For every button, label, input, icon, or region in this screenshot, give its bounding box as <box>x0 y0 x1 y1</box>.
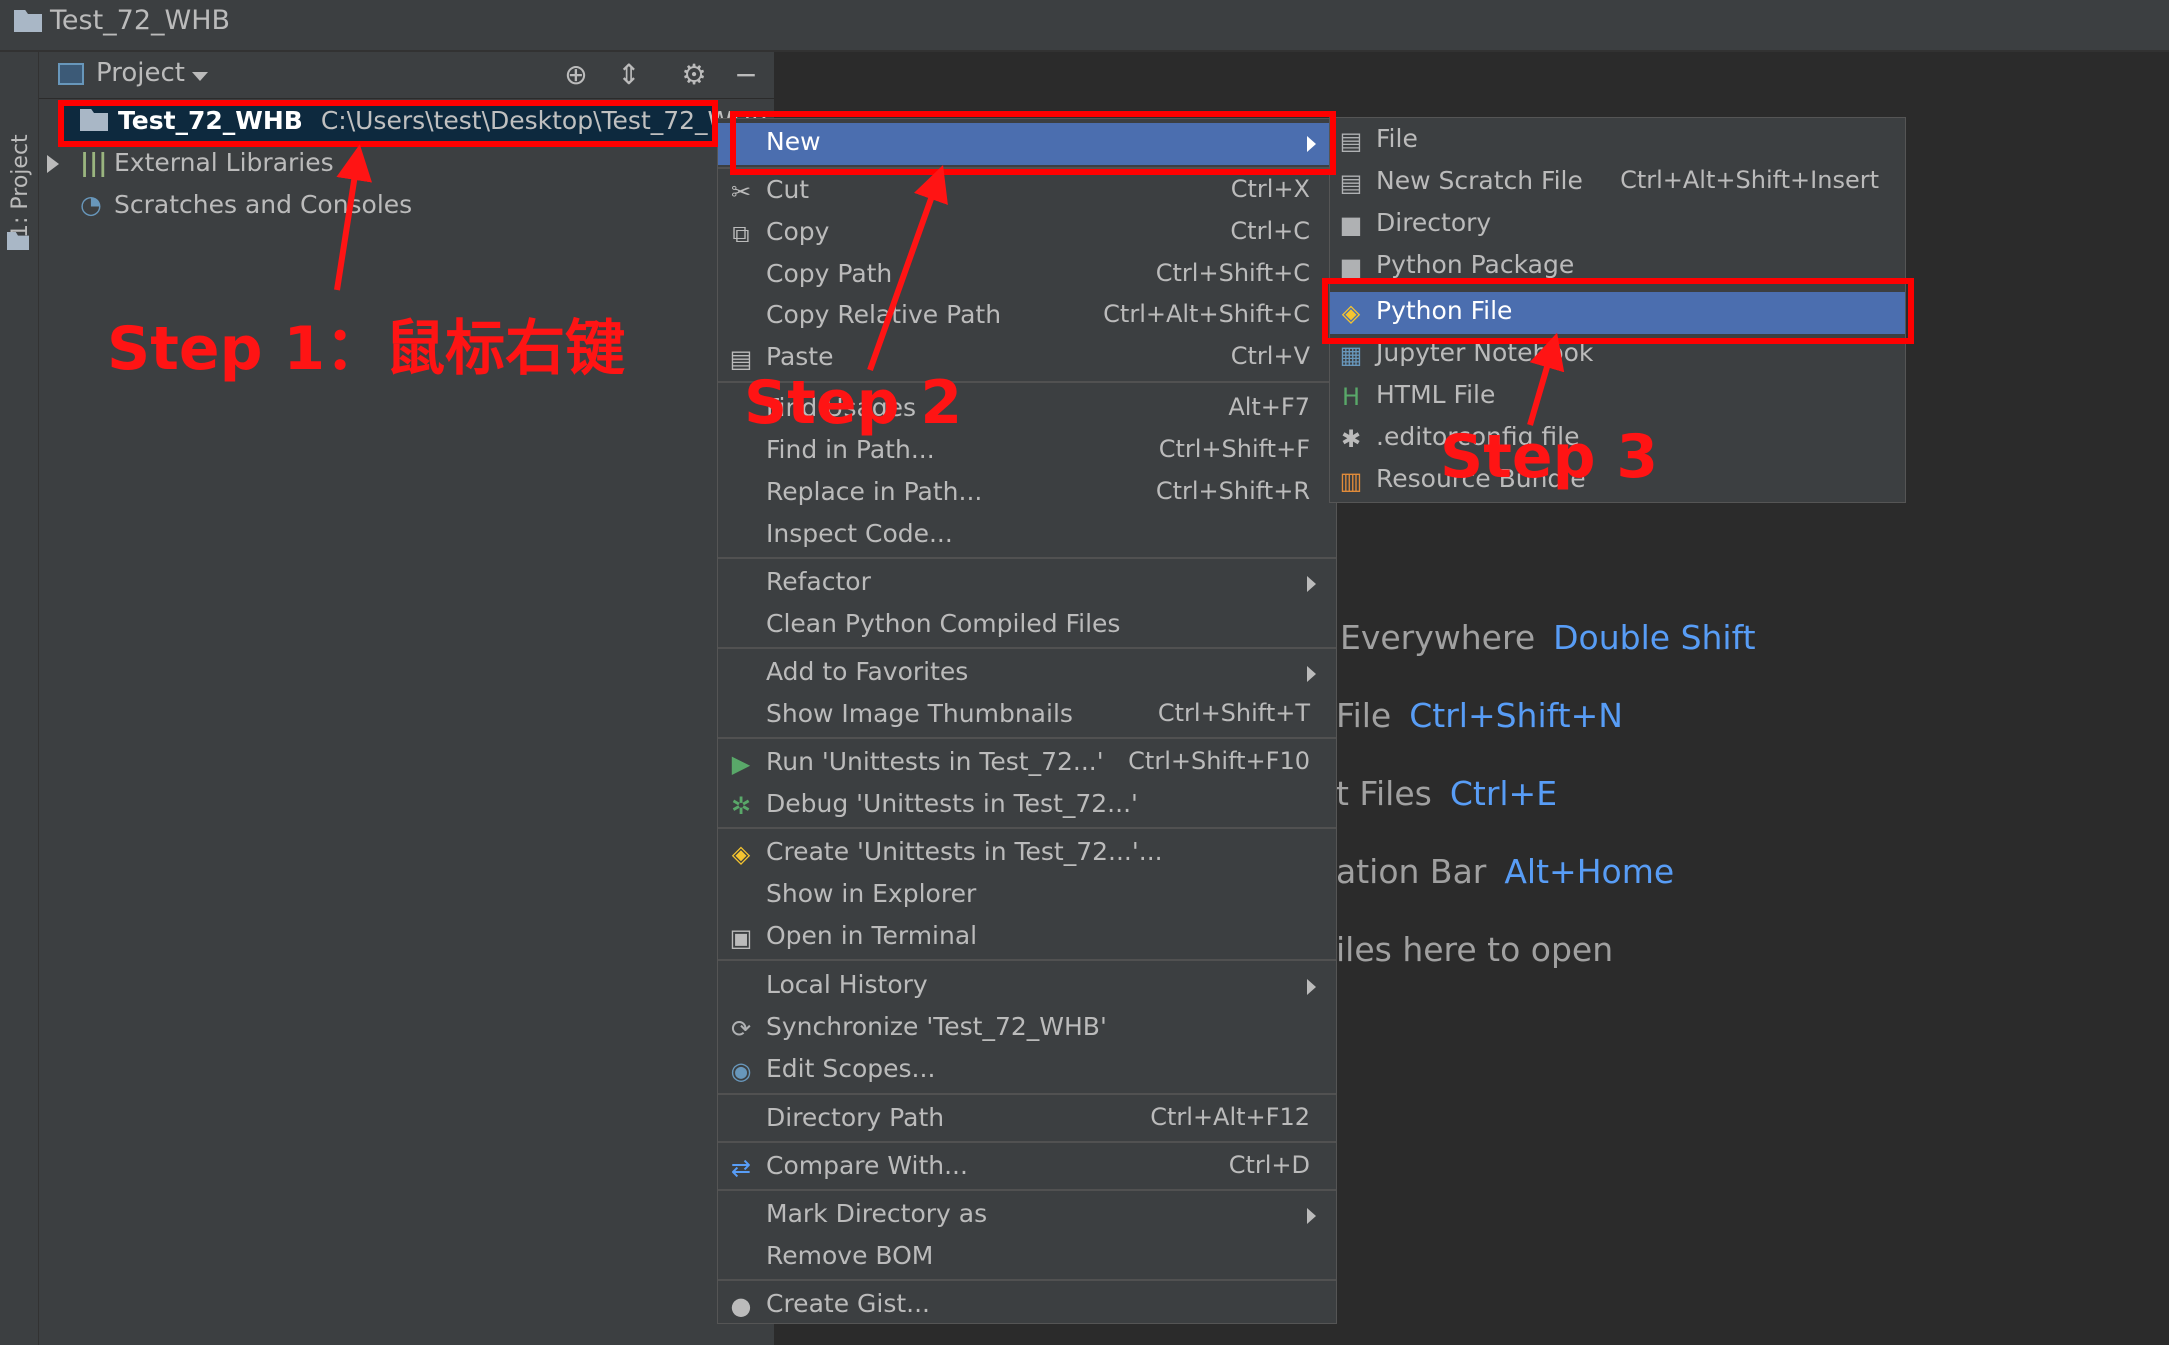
arrow-step1 <box>334 144 373 291</box>
annotation-step2: Step 2 <box>744 368 963 438</box>
arrow-step3 <box>1527 332 1565 426</box>
annotation-step1: Step 1：鼠标右键 <box>107 314 626 384</box>
arrow-step2 <box>867 165 948 372</box>
annotation-arrows <box>334 144 1565 426</box>
annotation-step3: Step 3 <box>1440 422 1659 492</box>
